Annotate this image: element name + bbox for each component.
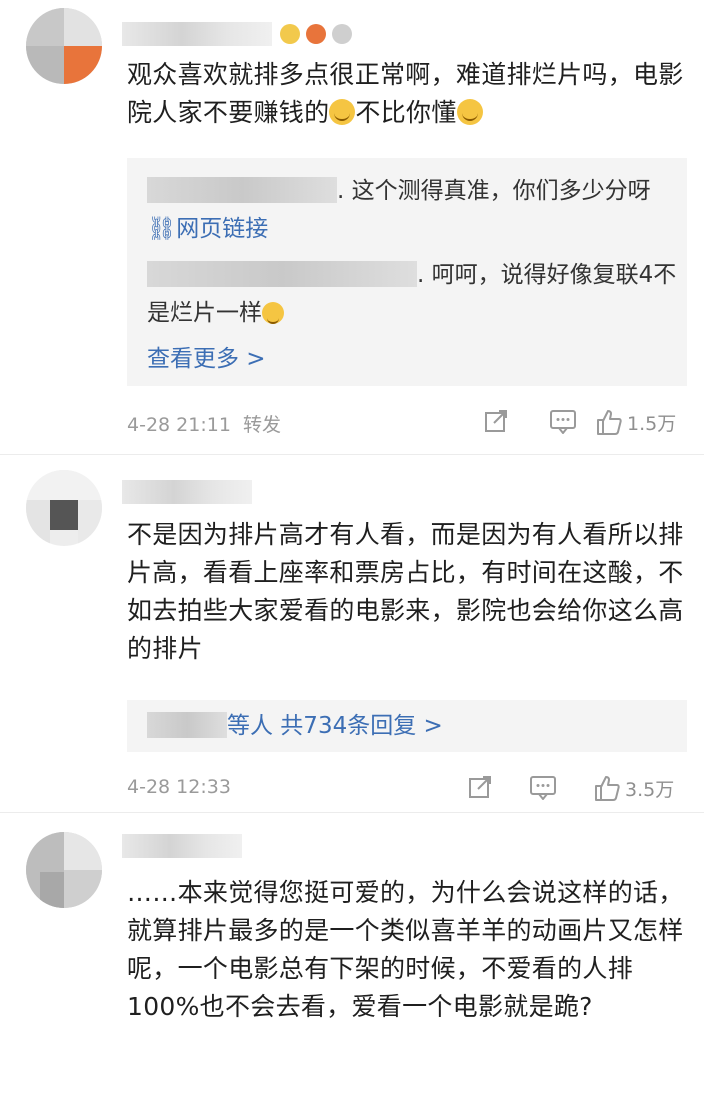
reply-1[interactable]: . 这个测得真准，你们多少分呀 ⛓网页链接: [147, 172, 677, 248]
like-button[interactable]: 3.5万: [593, 774, 674, 802]
smirk-emoji-icon: [329, 99, 356, 125]
username-blurred[interactable]: [147, 177, 337, 203]
comment-button[interactable]: [529, 774, 557, 800]
share-button[interactable]: [483, 408, 509, 434]
user-badges: [280, 24, 352, 44]
badge-icon: [280, 24, 300, 44]
timestamp: 4-28 21:11 转发: [127, 414, 282, 436]
comment-2: 不是因为排片高才有人看，而是因为有人看所以排片高，看看上座率和票房占比，有时间在…: [0, 456, 704, 811]
view-more-link[interactable]: 查看更多 >: [147, 340, 677, 378]
like-count: 1.5万: [627, 412, 677, 435]
link-icon: ⛓: [147, 216, 177, 242]
comment-meta: 4-28 21:11 转发 1.5万: [127, 404, 687, 438]
reply-summary[interactable]: 等人 共734条回复 >: [147, 707, 677, 745]
badge-icon: [306, 24, 326, 44]
username-blurred[interactable]: [122, 480, 252, 504]
comment-text: 不是因为排片高才有人看，而是因为有人看所以排片高，看看上座率和票房占比，有时间在…: [127, 520, 684, 663]
like-count: 3.5万: [625, 778, 675, 801]
comment-button[interactable]: [549, 408, 577, 434]
share-button[interactable]: [467, 774, 493, 800]
smile-emoji-icon: [262, 302, 284, 324]
share-icon: [485, 410, 507, 432]
avatar[interactable]: [26, 832, 102, 908]
reply-box[interactable]: 等人 共734条回复 >: [127, 700, 687, 752]
avatar[interactable]: [26, 8, 102, 84]
username-blurred[interactable]: [147, 712, 227, 738]
comment-text: ……本来觉得您挺可爱的，为什么会说这样的话，就算排片最多的是一个类似喜羊羊的动画…: [127, 878, 684, 1021]
comment-3: ……本来觉得您挺可爱的，为什么会说这样的话，就算排片最多的是一个类似喜羊羊的动画…: [0, 814, 704, 1102]
avatar[interactable]: [26, 470, 102, 546]
reply-box[interactable]: . 这个测得真准，你们多少分呀 ⛓网页链接 . 呵呵，说得好像复联4不是烂片一样…: [127, 158, 687, 386]
smirk-emoji-icon: [456, 99, 483, 125]
username-blurred[interactable]: [122, 834, 242, 858]
comment-meta: 4-28 12:33 3.5万: [127, 770, 687, 804]
like-icon: [597, 410, 622, 435]
divider: [0, 454, 704, 455]
like-icon: [595, 776, 620, 801]
share-icon: [469, 776, 491, 798]
badge-icon: [332, 24, 352, 44]
username-blurred[interactable]: [122, 22, 272, 46]
timestamp: 4-28 12:33: [127, 776, 231, 798]
comment-icon: [530, 776, 556, 800]
repost-label[interactable]: 转发: [243, 414, 281, 436]
like-button[interactable]: 1.5万: [595, 408, 676, 436]
username-blurred[interactable]: [147, 261, 417, 287]
reply-2[interactable]: . 呵呵，说得好像复联4不是烂片一样: [147, 256, 677, 332]
divider: [0, 812, 704, 813]
comment-text: 观众喜欢就排多点很正常啊，难道排烂片吗，电影院人家不要赚钱的 不比你懂: [127, 60, 684, 127]
comment-1: 观众喜欢就排多点很正常啊，难道排烂片吗，电影院人家不要赚钱的 不比你懂 . 这个测…: [0, 0, 704, 455]
comment-icon: [550, 410, 576, 434]
web-link[interactable]: 网页链接: [176, 216, 268, 242]
